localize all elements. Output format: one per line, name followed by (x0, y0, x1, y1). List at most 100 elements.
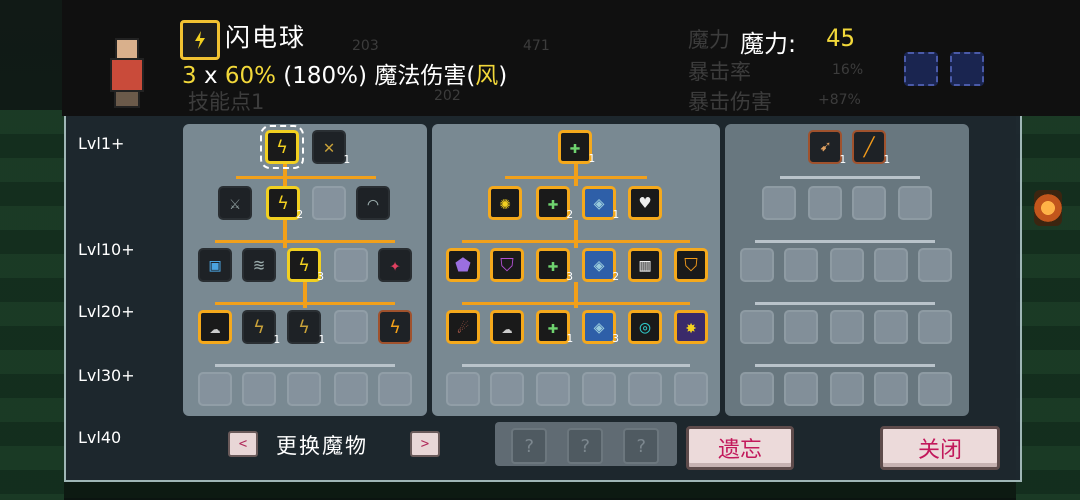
unknown-slot-2[interactable]: ? (567, 428, 603, 464)
damage-element: 风 (475, 63, 499, 89)
skill-node-sunburst[interactable]: ✺ (488, 186, 522, 220)
skill-node-meteor[interactable]: ☄ (446, 310, 480, 344)
level-label-30: Lvl30+ (78, 366, 135, 385)
skill-node-locked-27[interactable] (874, 310, 908, 344)
skill-node-locked-16[interactable] (808, 186, 842, 220)
skill-node-locked-24[interactable] (740, 310, 774, 344)
skill-node-locked-4[interactable] (198, 372, 232, 406)
skill-node-locked-19[interactable] (740, 248, 774, 282)
skill-node-armor[interactable]: ▥ (628, 248, 662, 282)
skill-node-purple-potion[interactable]: ⬟ (446, 248, 480, 282)
mana-value: 45 (826, 24, 855, 52)
unknown-slot-1[interactable]: ? (511, 428, 547, 464)
skill-node-sword[interactable]: ⚔ (218, 186, 252, 220)
skill-node-locked-26[interactable] (830, 310, 864, 344)
close-button[interactable]: 关闭 (880, 426, 1000, 470)
skill-node-locked-13[interactable] (628, 372, 662, 406)
skill-node-locked-7[interactable] (334, 372, 368, 406)
skill-node-heal-3[interactable]: ✚ 3 (536, 248, 573, 283)
ghost-stat-speed: 202 (434, 88, 461, 104)
skill-node-locked-11[interactable] (536, 372, 570, 406)
skill-node-claw[interactable]: ⌒ (356, 186, 390, 220)
buff-icon-1 (904, 52, 938, 86)
level-label-1: Lvl1+ (78, 134, 125, 153)
skill-description: 3 x 60% (180%) 魔法伤害(风) (182, 63, 508, 89)
ghost-stat-attack: 203 (352, 38, 379, 54)
prev-monster-button[interactable]: < (228, 431, 258, 457)
skill-node-rain[interactable]: ≋ (242, 248, 276, 282)
skill-node-locked-1[interactable] (312, 186, 346, 220)
ghost-crit-damage-value: +87% (818, 92, 861, 108)
character-portrait (102, 38, 148, 108)
unknown-slot-3[interactable]: ? (623, 428, 659, 464)
skill-node-water-shield[interactable]: ▣ (198, 248, 232, 282)
skill-node-bolt[interactable]: ϟ1 (287, 310, 325, 346)
ghost-crit-damage: 暴击伤害 (688, 90, 772, 114)
skill-node-locked-31[interactable] (830, 372, 864, 406)
skill-node-teal-ring[interactable]: ◎ (628, 310, 662, 344)
ghost-stat-defense: 471 (523, 38, 550, 54)
skill-node-cross-slash[interactable]: ✕ 1 (312, 130, 350, 166)
skill-node-locked-21[interactable] (830, 248, 864, 282)
skill-node-locked-32[interactable] (874, 372, 908, 406)
skill-node-locked-25[interactable] (784, 310, 818, 344)
skill-node-lightning-burst[interactable]: ✸ (674, 310, 708, 344)
skill-node-locked-33[interactable] (918, 372, 952, 406)
level-label-10: Lvl10+ (78, 240, 135, 259)
skill-node-purple-shield[interactable]: ⛉ (490, 248, 524, 282)
ghost-crit-rate: 暴击率 (688, 60, 751, 84)
skill-node-locked-3[interactable] (334, 310, 368, 344)
skill-node-locked-29[interactable] (740, 372, 774, 406)
skill-node-locked-15[interactable] (762, 186, 796, 220)
ghost-mana-label: 魔力 (688, 28, 730, 52)
skill-node-locked-17[interactable] (852, 186, 886, 220)
skill-node-wind-rune-2[interactable]: ◈ 2 (582, 248, 619, 283)
skill-node-locked-12[interactable] (582, 372, 616, 406)
skill-node-heal-2[interactable]: ✚ 2 (536, 186, 573, 221)
level-label-40: Lvl40 (78, 428, 122, 447)
hit-count: 3 (182, 63, 197, 89)
skill-node-fire-burst[interactable]: ✦ (378, 248, 412, 282)
skill-node-locked-9[interactable] (446, 372, 480, 406)
skill-node-locked-8[interactable] (378, 372, 412, 406)
skill-node-heal-4[interactable]: ✚ 1 (536, 310, 573, 345)
skill-node-locked-2[interactable] (334, 248, 368, 282)
skill-node-storm[interactable]: ϟ1 (242, 310, 280, 346)
skill-node-orange-shield[interactable]: ⛉ (674, 248, 708, 282)
skill-node-cloud[interactable]: ☁ (198, 310, 232, 344)
skill-node-heal-orb[interactable]: ✚ 1 (558, 130, 595, 165)
skill-node-flame-slash[interactable]: ╱ 1 (852, 130, 890, 166)
skill-node-heart-shield[interactable]: ♥ (628, 186, 662, 220)
mana-label: 魔力: (740, 30, 797, 58)
skill-node-lightning-orb-selected[interactable]: ϟ (260, 125, 304, 169)
skill-node-locked-18[interactable] (898, 186, 932, 220)
skill-node-locked-20[interactable] (784, 248, 818, 282)
skill-node-locked-23[interactable] (918, 248, 952, 282)
skill-node-locked-28[interactable] (918, 310, 952, 344)
ghost-skill-points: 技能点1 (188, 90, 265, 114)
skill-node-locked-14[interactable] (674, 372, 708, 406)
swap-monster-label: 更换魔物 (276, 434, 368, 458)
skill-node-wind-rune-3[interactable]: ◈ 3 (582, 310, 619, 345)
skill-node-locked-5[interactable] (242, 372, 276, 406)
skill-node-locked-6[interactable] (287, 372, 321, 406)
skill-node-lightning-2[interactable]: ϟ2 (266, 186, 303, 221)
level-label-20: Lvl20+ (78, 302, 135, 321)
skill-node-wind-rune[interactable]: ◈ 1 (582, 186, 619, 221)
buff-icon-2 (950, 52, 984, 86)
background-tiles-left (0, 110, 64, 500)
skill-node-locked-22[interactable] (874, 248, 908, 282)
background-tiles-right (1016, 110, 1080, 500)
damage-percent: 60% (224, 63, 276, 89)
next-monster-button[interactable]: > (410, 431, 440, 457)
skill-node-arrow-volley[interactable]: ➹ 1 (808, 130, 846, 166)
unknown-slots: ? ? ? (495, 422, 677, 466)
skill-node-thunder-rune[interactable]: ϟ (378, 310, 412, 344)
lightning-icon (180, 20, 220, 60)
ghost-crit-rate-value: 16% (832, 62, 864, 78)
skill-node-lightning-3[interactable]: ϟ3 (287, 248, 324, 283)
skill-node-locked-30[interactable] (784, 372, 818, 406)
skill-node-locked-10[interactable] (490, 372, 524, 406)
forget-button[interactable]: 遗忘 (686, 426, 794, 470)
skill-node-cloud-2[interactable]: ☁ (490, 310, 524, 344)
